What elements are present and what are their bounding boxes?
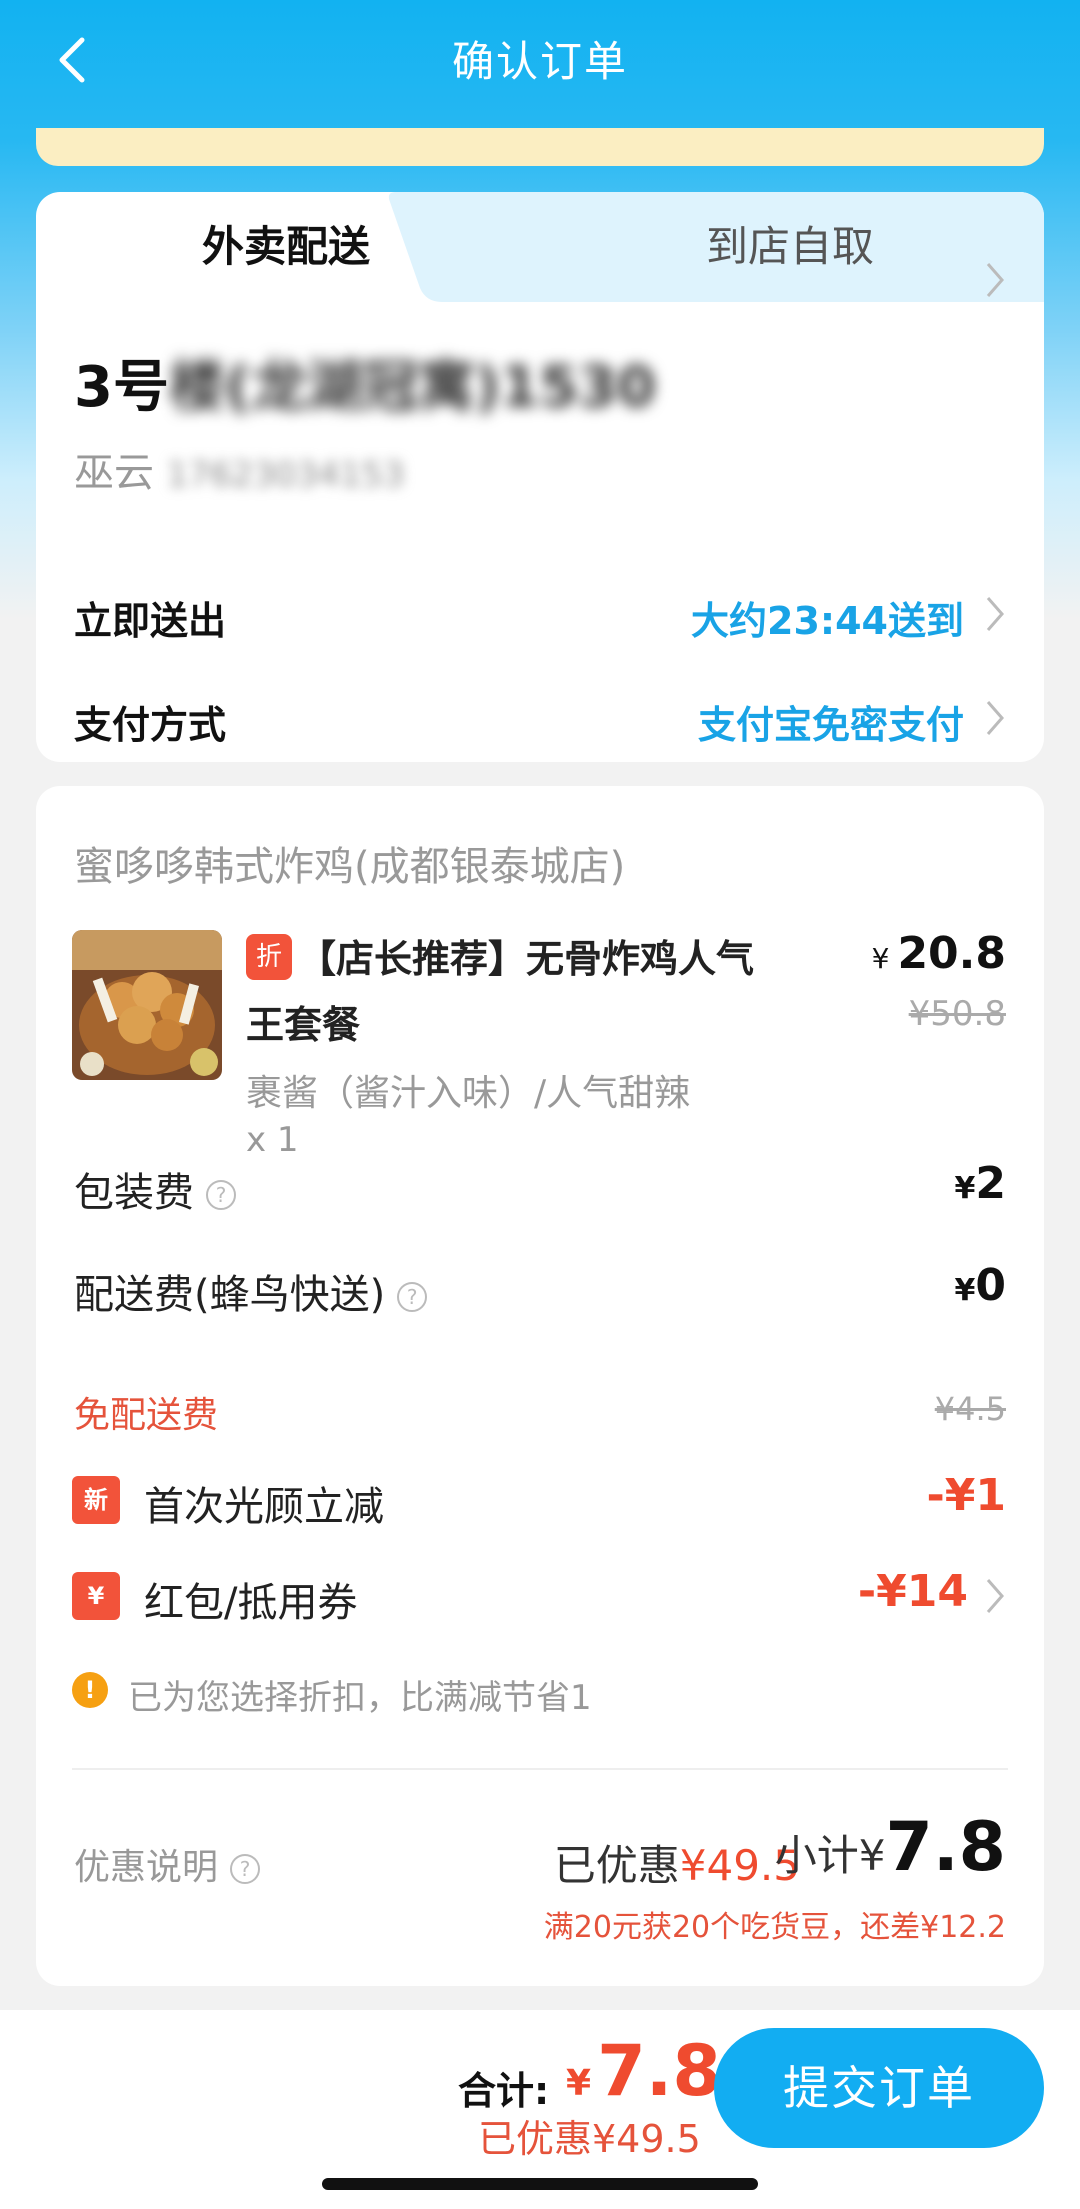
divider <box>72 1768 1008 1770</box>
food-name-line1: 【店长推荐】无骨炸鸡人气 <box>298 937 755 981</box>
delivery-fee-amount: 0 <box>975 1260 1006 1311</box>
bean-note: 满20元获20个吃货豆，还差¥12.2 <box>543 1910 1006 1945</box>
delivery-fee-label: 配送费(蜂鸟快送) <box>74 1272 386 1318</box>
packing-fee-value: ¥2 <box>955 1158 1007 1209</box>
chevron-right-icon[interactable] <box>984 698 1006 738</box>
bottom-bar: 合计: ¥7.8 已优惠¥49.5 提交订单 <box>0 2010 1080 2209</box>
free-delivery-label: 免配送费 <box>74 1395 219 1436</box>
address-blurred: 楼(龙湖冠寓)1530 <box>168 355 657 420</box>
delivery-time-value[interactable]: 大约23:44送到 <box>691 590 964 645</box>
food-name: 【店长推荐】无骨炸鸡人气 王套餐 <box>246 926 818 1047</box>
saved-summary: 已优惠¥49.5 <box>554 1832 800 1893</box>
packing-fee-amount: 2 <box>975 1158 1006 1209</box>
currency-symbol: ¥ <box>871 942 890 975</box>
help-icon[interactable]: ? <box>206 1180 236 1210</box>
page-title: 确认订单 <box>451 37 628 86</box>
home-indicator[interactable] <box>322 2178 758 2190</box>
discount-tag: 折 <box>246 934 292 980</box>
contact-name: 巫云 <box>74 450 154 496</box>
help-icon[interactable]: ? <box>397 1282 428 1312</box>
item-original-price: ¥50.8 <box>908 994 1006 1034</box>
payment-label: 支付方式 <box>74 703 227 747</box>
address-line[interactable]: 3号楼(龙湖冠寓)1530 <box>74 342 656 423</box>
order-card: 蜜哆哆韩式炸鸡(成都银泰城店) 折 【店长推荐】无骨炸鸡人气 王套餐 ¥20.8… <box>36 786 1044 1986</box>
currency-symbol: ¥ <box>954 1171 976 1206</box>
promo-explain-label: 优惠说明 <box>74 1847 219 1888</box>
item-price-value: 20.8 <box>897 928 1006 979</box>
item-quantity: x 1 <box>246 1120 299 1160</box>
item-price: ¥20.8 <box>872 928 1006 979</box>
delivery-time-label: 立即送出 <box>74 599 227 643</box>
new-customer-label: 首次光顾立减 <box>144 1484 384 1530</box>
total-label: 合计: <box>458 2069 550 2113</box>
coupon-value[interactable]: -¥14 <box>858 1566 968 1617</box>
total-amount: 7.8 <box>597 2030 722 2112</box>
item-spec: 裹酱（酱汁入味）/人气甜辣 <box>246 1073 691 1114</box>
tab-pickup[interactable]: 到店自取 <box>536 192 1044 302</box>
subtotal-prefix: 小计¥ <box>774 1831 886 1880</box>
saved-prefix: 已优惠 <box>553 1841 680 1890</box>
new-customer-value: -¥1 <box>926 1470 1007 1521</box>
shop-name[interactable]: 蜜哆哆韩式炸鸡(成都银泰城店) <box>74 834 625 892</box>
chevron-right-icon[interactable] <box>984 594 1006 634</box>
subtotal-value: 7.8 <box>885 1808 1006 1887</box>
address-prefix: 3号 <box>74 355 169 420</box>
new-customer-badge: 新 <box>72 1476 120 1524</box>
delivery-fee-value: ¥0 <box>955 1260 1007 1311</box>
contact-phone-blurred: 17623034153 <box>166 455 405 495</box>
discount-tip: 已为您选择折扣，比满减节省1 <box>128 1678 592 1718</box>
subtotal: 小计¥7.8 <box>775 1808 1006 1887</box>
chevron-right-icon[interactable] <box>984 260 1006 300</box>
help-icon[interactable]: ? <box>230 1854 261 1884</box>
submit-order-button[interactable]: 提交订单 <box>714 2028 1044 2148</box>
food-image <box>72 930 222 1080</box>
bottom-saved: 已优惠¥49.5 <box>478 2117 701 2161</box>
food-name-line2: 王套餐 <box>246 1003 361 1047</box>
delivery-tabs: 外卖配送 到店自取 <box>36 192 1044 302</box>
promo-explain[interactable]: 优惠说明? <box>74 1838 261 1890</box>
payment-value[interactable]: 支付宝免密支付 <box>698 694 964 749</box>
contact-line: 巫云 17623034153 <box>74 440 405 498</box>
delivery-card: 外卖配送 到店自取 3号楼(龙湖冠寓)1530 巫云 17623034153 立… <box>36 192 1044 762</box>
delivery-fee-original: ¥4.5 <box>934 1390 1006 1428</box>
currency-symbol: ¥ <box>954 1273 976 1308</box>
chevron-right-icon[interactable] <box>984 1576 1006 1616</box>
delivery-fee-row: 配送费(蜂鸟快送)? <box>74 1262 428 1320</box>
tab-delivery[interactable]: 外卖配送 <box>36 192 536 302</box>
coupon-badge: ¥ <box>72 1572 120 1620</box>
packing-fee-row: 包装费? <box>74 1160 236 1218</box>
total-value: ¥7.8 <box>566 2030 721 2112</box>
currency-symbol: ¥ <box>566 2063 592 2104</box>
nav-bar: 确认订单 <box>0 0 1080 140</box>
coupon-label[interactable]: 红包/抵用券 <box>144 1570 357 1628</box>
notice-banner <box>36 128 1044 166</box>
packing-fee-label: 包装费 <box>74 1170 194 1216</box>
warning-icon: ! <box>72 1672 108 1708</box>
